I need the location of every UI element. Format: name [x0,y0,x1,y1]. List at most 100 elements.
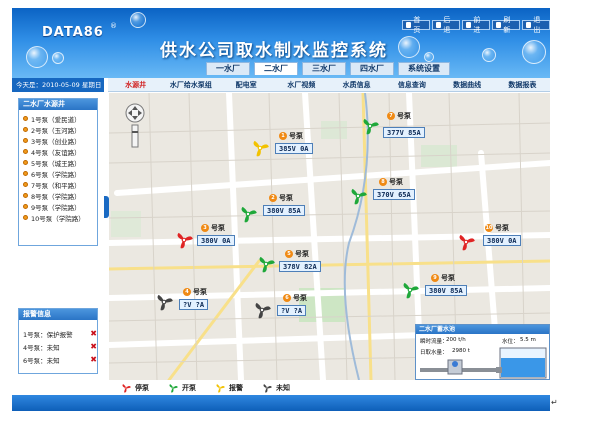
bubble-decoration [522,40,546,64]
pump-reading: 378V 82A [279,261,321,272]
exit-button[interactable]: 退出 [522,16,550,34]
pump-list-item[interactable]: 9号泵（学院路） [23,201,85,212]
alarm-row[interactable]: 4号泵：未知 ✖ [23,340,97,353]
date-display: 今天是：2010-05-09 星期日 [12,78,104,92]
alarm-row[interactable]: 6号泵：未知 ✖ [23,353,97,366]
legend-label: 开泵 [182,383,196,392]
pump-fan-icon [363,118,379,135]
alarm-text: 1号泵：保护报警 [23,329,73,339]
pump-list-label: 1号泵（爱民道） [31,115,81,124]
pump-label-text: 号泵 [293,294,307,302]
map-view[interactable]: 1 号泵 385V 0A 2 号泵 380V 85A 3 号泵 380V 0A 4 号泵 ?V ?A 5… [109,93,550,380]
pump-label: 6 号泵 [283,293,307,303]
subnav-power-room[interactable]: 配电室 [219,78,274,91]
pump-fan-icon [177,232,193,249]
bullet-icon [23,182,28,187]
bullet-icon [23,149,28,154]
pan-zoom-icon [125,103,145,148]
legend-label: 未知 [276,383,290,392]
alarm-pump: 1号泵： [23,330,47,339]
pump-number: 6 [283,294,291,302]
bullet-icon [23,138,28,143]
alarm-status: 保护报警 [46,330,73,339]
subnav-pump-group[interactable]: 水厂给水泵组 [163,78,218,91]
top-toolbar: 首页 后退 前进 刷新 退出 [402,16,550,34]
pump-list-label: 9号泵（学院路） [31,203,81,212]
tab-plant-3[interactable]: 三水厂 [302,62,346,75]
tab-plant-1[interactable]: 一水厂 [206,62,250,75]
pump-reading: 380V 85A [425,285,467,296]
back-label: 后退 [443,16,451,34]
pump-list-label: 4号泵（友谊路） [31,148,81,157]
forward-button[interactable]: 前进 [462,16,490,34]
left-sidebar: 今天是：2010-05-09 星期日 二水厂水源井 1号泵（爱民道） 2号泵（玉河… [12,78,104,380]
bullet-icon [23,193,28,198]
subnav-reports[interactable]: 数据报表 [495,78,550,91]
bullet-icon [23,116,28,121]
pump-list-item[interactable]: 5号泵（城王路） [23,157,85,168]
subnav-water-quality[interactable]: 水质信息 [329,78,384,91]
pump-fan-icon [351,188,367,205]
back-button[interactable]: 后退 [432,16,460,34]
bullet-icon [23,127,28,132]
alarm-close-icon[interactable]: ✖ [90,342,97,351]
pump-label: 3 号泵 [201,223,225,233]
pump-list-item[interactable]: 8号泵（学院路） [23,190,85,201]
pump-number: 3 [201,224,209,232]
pump-list-title: 二水厂水源井 [19,99,97,110]
pump-list-item[interactable]: 3号泵（创业路） [23,135,85,146]
pump-fan-icon [122,383,131,393]
pump-list-label: 10号泵（学院路） [31,214,85,223]
tab-plant-2[interactable]: 二水厂 [254,62,298,75]
pump-fan-icon [263,383,272,393]
pump-label: 1 号泵 [279,131,303,141]
tank-panel: 二水厂蓄水池 瞬时流量： 200 t/h 水位： 5.5 m 日取水量： 298… [415,324,550,380]
bubble-decoration [482,48,496,62]
pump-label-text: 号泵 [397,112,411,120]
pump-list-item[interactable]: 10号泵（学院路） [23,212,85,223]
home-button[interactable]: 首页 [402,16,430,34]
alarm-row[interactable]: 1号泵：保护报警 ✖ [23,327,97,340]
sub-navigation: 水源井 水厂给水泵组 配电室 水厂视频 水质信息 信息查询 数据曲线 数据报表 [108,78,550,92]
alarm-pump: 4号泵： [23,343,47,352]
exit-icon [526,22,532,28]
logo-mark: ® [110,22,117,30]
pump-fan-icon [459,234,475,251]
tab-plant-4[interactable]: 四水厂 [350,62,394,75]
bubble-decoration [130,12,146,28]
exit-label: 退出 [533,16,541,34]
pump-list-item[interactable]: 2号泵（玉河路） [23,124,85,135]
pump-list-label: 2号泵（玉河路） [31,126,81,135]
pump-fan-icon [241,206,257,223]
subnav-wells[interactable]: 水源井 [108,78,163,91]
pump-number: 1 [279,132,287,140]
pump-fan-icon [403,282,419,299]
pump-label-text: 号泵 [441,274,455,282]
pump-list-item[interactable]: 4号泵（友谊路） [23,146,85,157]
app-window: DATA86 ® 供水公司取水制水监控系统 首页 后退 前进 刷新 退出 一水厂… [0,0,598,426]
tab-settings[interactable]: 系统设置 [398,62,450,75]
subnav-video[interactable]: 水厂视频 [274,78,329,91]
home-icon [406,22,412,28]
pump-list-item[interactable]: 1号泵（爱民道） [23,113,85,124]
pump-list-label: 7号泵（和平路） [31,181,81,190]
pump-number: 8 [379,178,387,186]
pump-list-item[interactable]: 7号泵（和平路） [23,179,85,190]
status-legend: 停泵 开泵 报警 未知 [108,380,550,395]
alarm-close-icon[interactable]: ✖ [90,355,97,364]
alarm-close-icon[interactable]: ✖ [90,329,97,338]
alarm-title: 报警信息 [19,309,97,320]
alarm-panel: 报警信息 1号泵：保护报警 ✖ 4号泵：未知 ✖ 6号泵：未知 ✖ [18,308,98,374]
pump-fan-icon [216,383,225,393]
subnav-curves[interactable]: 数据曲线 [440,78,495,91]
refresh-button[interactable]: 刷新 [492,16,520,34]
page-title: 供水公司取水制水监控系统 [160,41,388,61]
pump-number: 9 [431,274,439,282]
pump-list-item[interactable]: 6号泵（学院路） [23,168,85,179]
pump-reading: 385V 0A [275,143,313,154]
pump-fan-icon [259,256,275,273]
bullet-icon [23,171,28,176]
subnav-query[interactable]: 信息查询 [384,78,439,91]
legend-item-unknown: 未知 [261,382,290,394]
plant-tabs: 一水厂 二水厂 三水厂 四水厂 系统设置 [206,62,450,75]
